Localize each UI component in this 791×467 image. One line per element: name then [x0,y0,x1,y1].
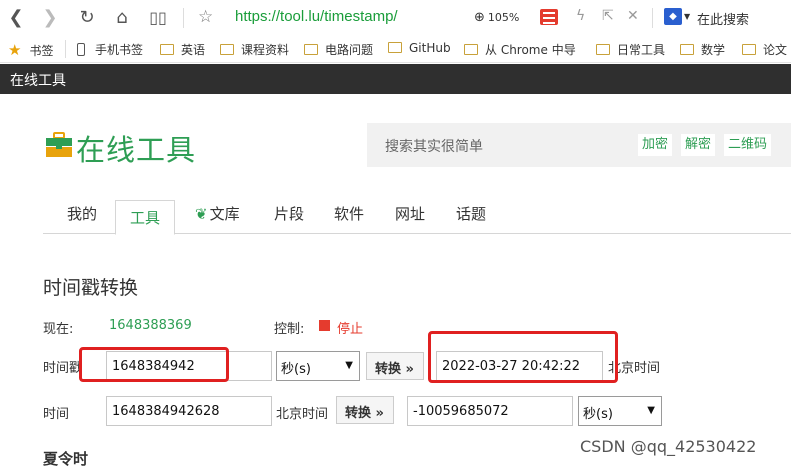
folder-icon [596,44,610,55]
qrcode-button[interactable]: 二维码 [724,134,772,156]
current-timestamp: 1648388369 [109,318,192,333]
main-tab-bar: 我的 工具 ❦ 文库 片段 软件 网址 话题 [43,196,791,235]
flash-icon[interactable]: ϟ [576,8,585,24]
bookmark-label: 数学 [701,43,726,57]
bookmark-folder-tools[interactable]: 日常工具 [596,41,665,58]
folder-icon [464,44,478,55]
result-unit-select[interactable]: 秒(s) ▼ [578,396,662,426]
bookmark-label: 日常工具 [617,43,666,57]
highlight-box-timestamp [79,347,229,382]
select-value: 秒(s) [281,362,311,377]
bookmark-star-icon[interactable]: ☆ [198,7,213,27]
bookmark-label: 论文 [763,43,788,57]
star-icon: ★ [8,41,22,59]
timestamp-result-field[interactable]: -10059685072 [407,396,573,426]
folder-icon [680,44,694,55]
timestamp-label: 时间戳 [43,361,83,376]
tab-snippets[interactable]: 片段 [274,203,304,224]
forward-icon[interactable]: ❯ [38,6,62,30]
browser-search-field[interactable]: 在此搜索 [697,9,749,28]
stop-button[interactable]: 停止 [337,318,363,337]
site-logo-text[interactable]: 在线工具 [76,127,196,169]
bookmark-divider [65,40,66,58]
tab-urls[interactable]: 网址 [395,203,425,224]
back-icon[interactable]: ❮ [4,6,28,30]
toolbar-separator [652,8,653,28]
magnifier-icon: ⊕ [474,10,485,25]
bookmark-folder-github[interactable]: GitHub [388,41,451,55]
bookmark-label: 英语 [181,43,206,57]
leaf-icon: ❦ [195,205,208,223]
tab-software[interactable]: 软件 [334,203,364,224]
convert-to-timestamp-button[interactable]: 转换 » [336,396,394,424]
folder-icon [388,42,402,53]
timestamp-unit-select[interactable]: 秒(s) ▼ [276,351,360,381]
bookmark-label: GitHub [409,41,451,55]
url-path: tool.lu/timestamp/ [280,8,398,25]
encrypt-button[interactable]: 加密 [638,134,673,156]
site-search-box[interactable]: 搜索其实很简单 加密 解密 二维码 [367,123,791,167]
close-tab-icon[interactable]: ✕ [627,8,639,24]
zoom-level: 105% [487,11,520,24]
bookmark-folder-papers[interactable]: 论文 [742,41,787,58]
bookmark-folder-circuit[interactable]: 电路问题 [304,41,373,58]
bookmarks-bar: ★ 书签 手机书签 英语 课程资料 电路问题 GitHub 从 Chrome 中导… [0,36,791,63]
folder-icon [304,44,318,55]
reader-icon[interactable]: ▯▯ [146,6,170,30]
tab-library[interactable]: ❦ 文库 [195,203,240,224]
now-label: 现在: [43,322,74,337]
dropdown-arrow-icon: ▼ [647,405,655,416]
watermark-text: CSDN @qq_42530422 [580,437,757,456]
search-engine-icon[interactable]: ◆ [664,8,682,25]
bookmark-folder-english[interactable]: 英语 [160,41,205,58]
bookmark-label: 手机书签 [95,43,144,57]
notes-extension-icon[interactable] [540,9,558,25]
bookmark-label: 电路问题 [325,43,374,57]
url-scheme: https:// [235,8,281,25]
toolbar-divider [183,8,184,28]
dropdown-caret-icon[interactable]: ▼ [684,12,690,21]
toolbox-logo-icon [46,132,72,157]
site-topbar: 在线工具 [0,64,791,94]
control-label: 控制: [274,322,305,337]
reload-icon[interactable]: ↻ [75,6,99,30]
bookmark-label: 从 Chrome 中导 [485,43,576,57]
time-label: 时间 [43,407,70,422]
bookmark-label: 课程资料 [241,43,290,57]
bookmark-folder-chrome[interactable]: 从 Chrome 中导 [464,41,576,58]
browser-toolbar: ❮ ❯ ↻ ⌂ ▯▯ ☆ https://tool.lu/timestamp/ … [0,0,791,36]
dst-heading: 夏令时 [43,450,89,467]
home-icon[interactable]: ⌂ [110,6,134,30]
dropdown-arrow-icon: ▼ [345,360,353,371]
select-value: 秒(s) [583,407,613,422]
tab-tools[interactable]: 工具 [115,200,176,235]
zoom-indicator[interactable]: ⊕ 105% [474,10,519,25]
site-topbar-title[interactable]: 在线工具 [10,70,66,90]
bookmark-item-mobile[interactable]: 手机书签 [77,41,143,58]
folder-icon [160,44,174,55]
stop-icon[interactable] [319,320,330,331]
folder-icon [220,44,234,55]
folder-icon [742,44,756,55]
bookmark-item-bookmarks[interactable]: ★ 书签 [8,41,53,59]
tab-mine[interactable]: 我的 [67,203,97,224]
address-bar[interactable]: https://tool.lu/timestamp/ [235,8,398,25]
tab-topics[interactable]: 话题 [456,203,486,224]
convert-to-date-button[interactable]: 转换 » [366,352,424,380]
highlight-box-result [428,331,618,383]
bookmark-folder-course[interactable]: 课程资料 [220,41,289,58]
page-title: 时间戳转换 [43,277,139,299]
decrypt-button[interactable]: 解密 [681,134,716,156]
bookmark-label: 书签 [29,44,54,58]
beijing-time-label-2: 北京时间 [276,407,329,422]
share-icon[interactable]: ⇱ [602,8,614,24]
bookmark-folder-math[interactable]: 数学 [680,41,725,58]
phone-icon [77,43,85,56]
search-placeholder: 搜索其实很简单 [385,139,483,155]
tab-label: 文库 [209,205,240,223]
datetime-input[interactable]: 1648384942628 [106,396,272,426]
